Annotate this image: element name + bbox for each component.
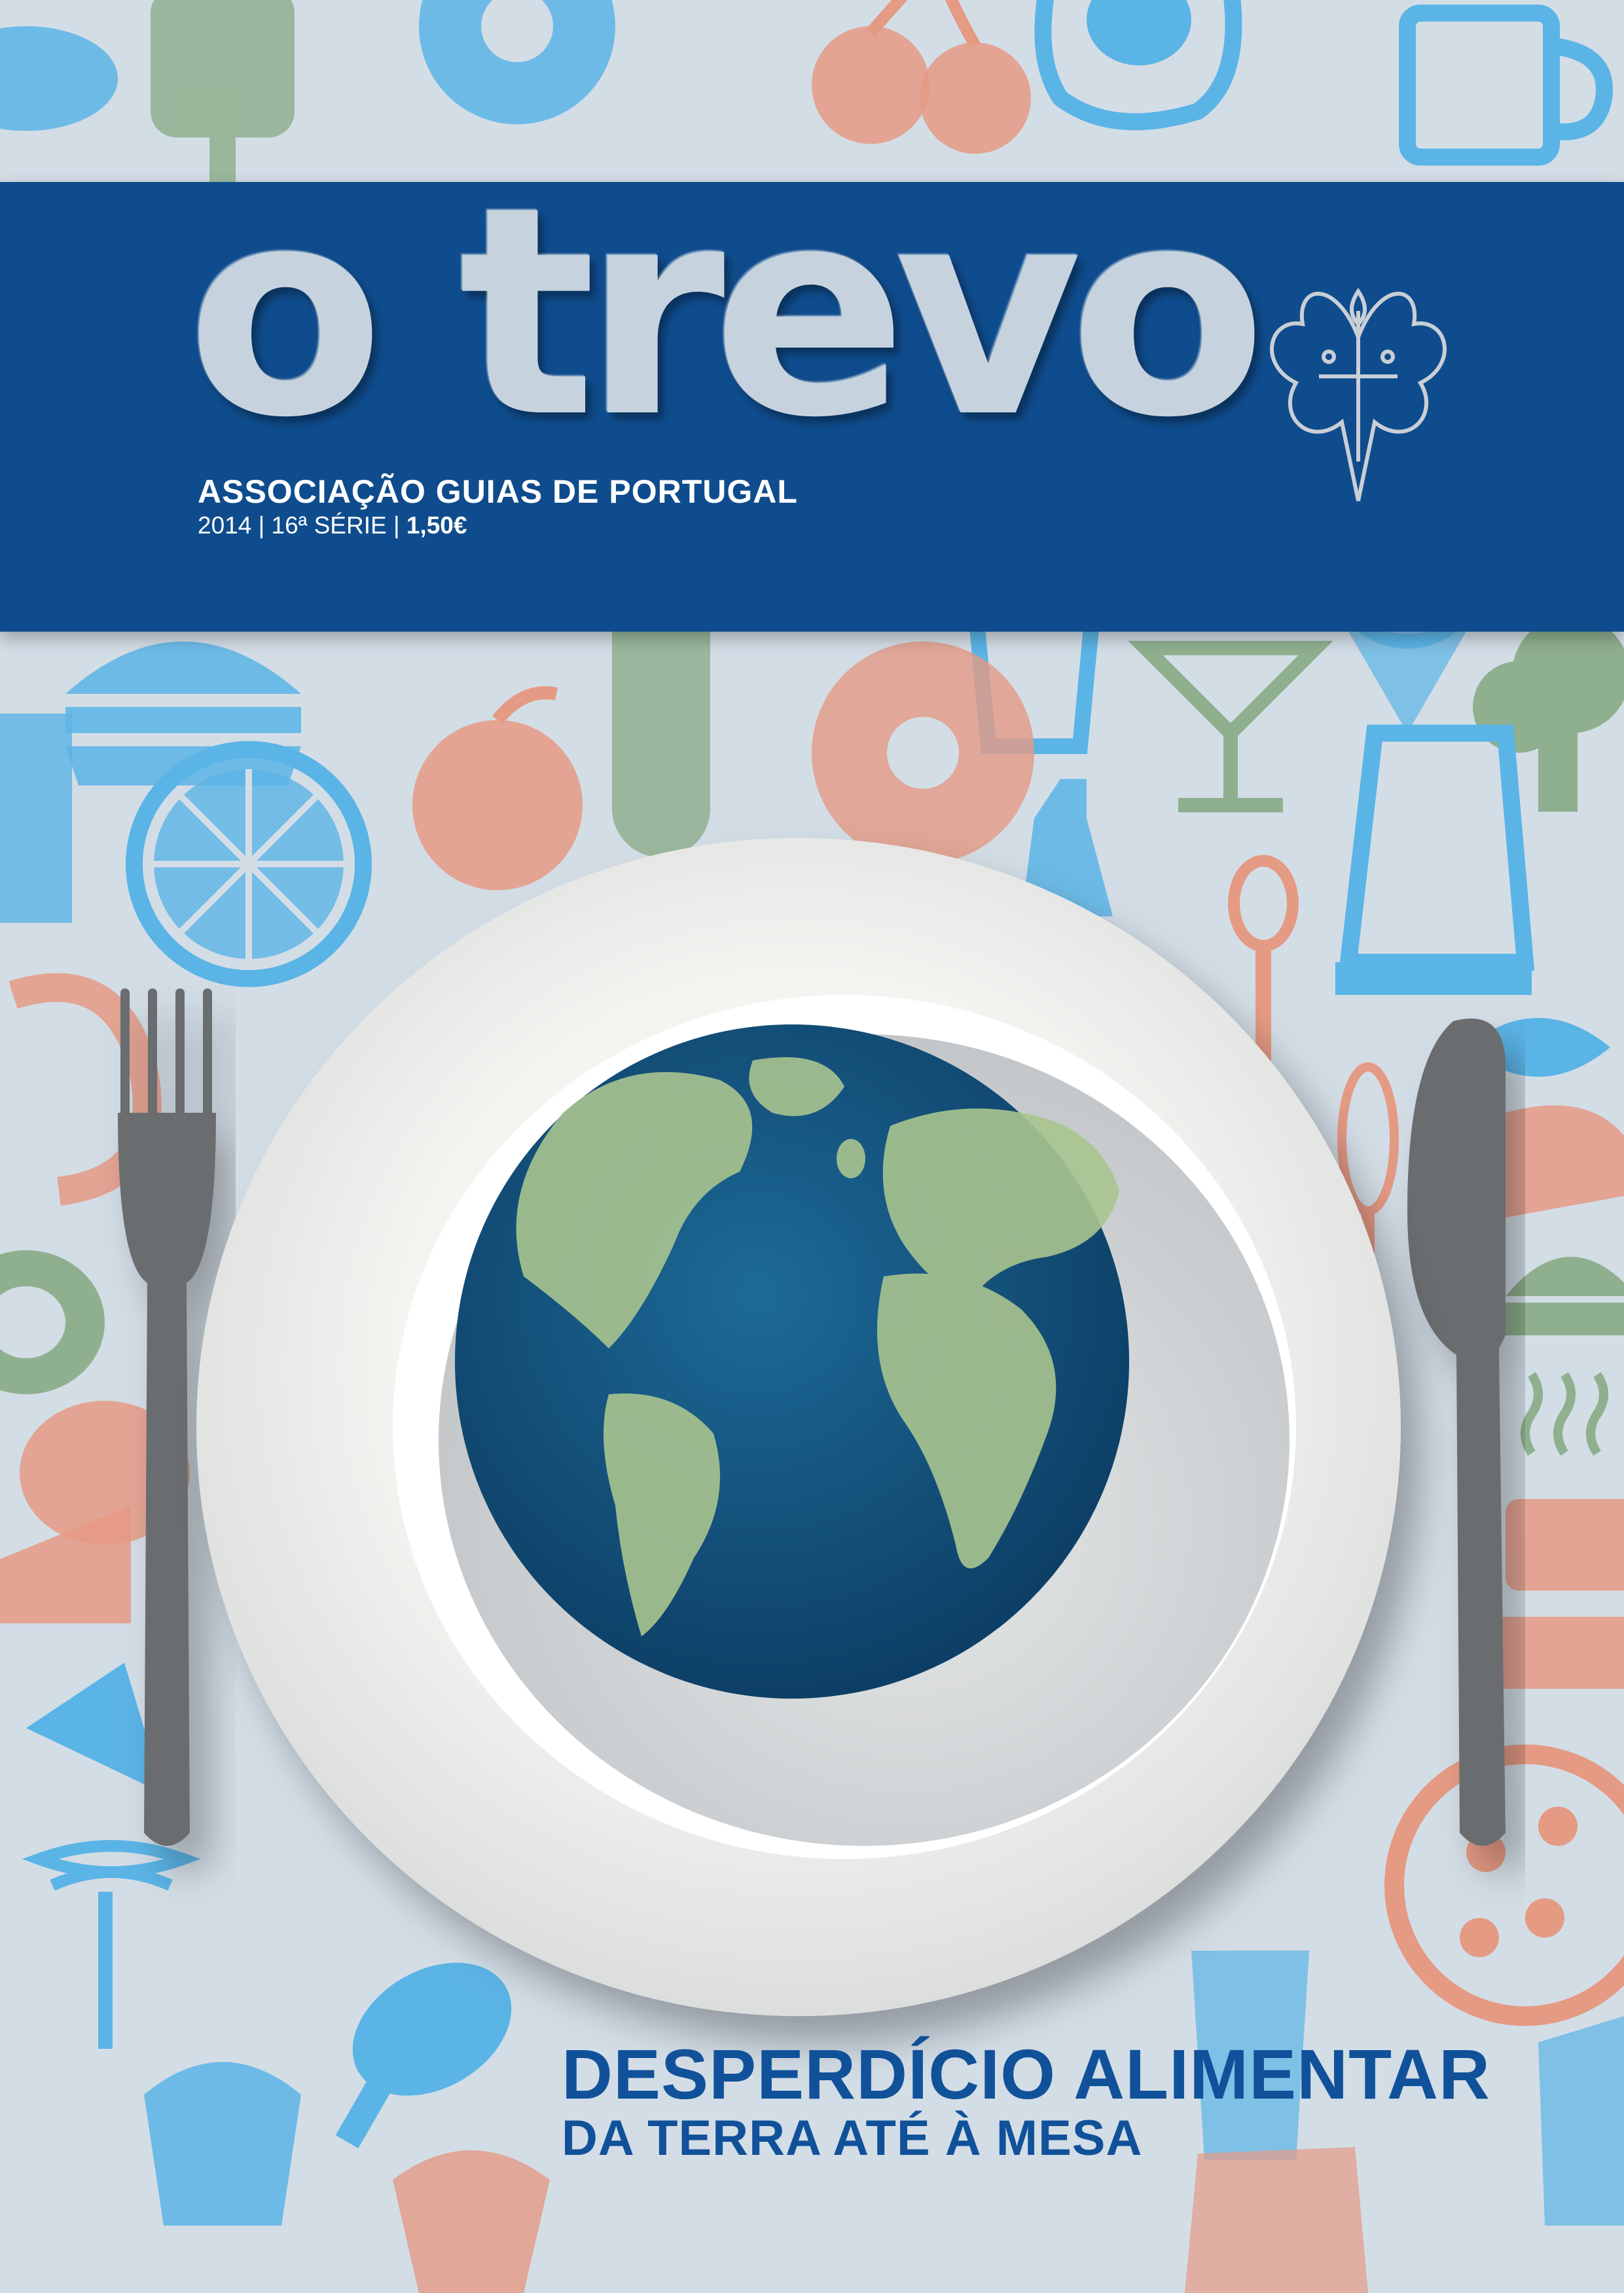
headline-main: DESPERDÍCIO ALIMENTAR [562,2034,1491,2114]
knife-icon [1407,1019,1506,1846]
magazine-cover: o trevo ASSOCIAÇÃO GUIAS DE PORTUGAL 201… [0,0,1624,2293]
cover-headline: DESPERDÍCIO ALIMENTAR DA TERRA ATÉ À MES… [562,2039,1490,2163]
globe-icon [455,1024,1129,1699]
place-setting [118,838,1506,2016]
headline-sub: DA TERRA ATÉ À MESA [562,2110,1143,2166]
